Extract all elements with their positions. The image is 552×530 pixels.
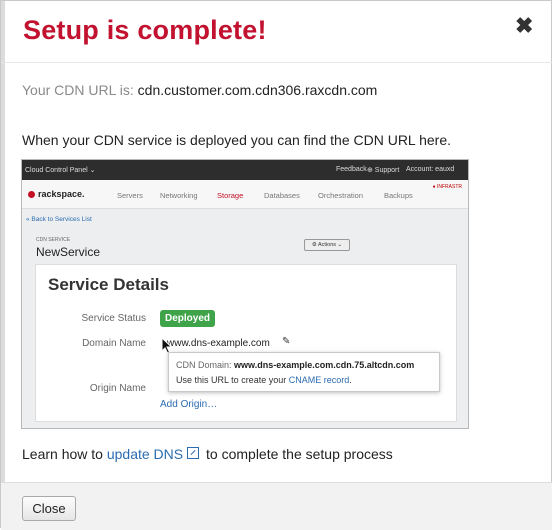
rackspace-logo: rackspace. [28, 189, 85, 199]
status-badge: Deployed [160, 310, 216, 327]
nav-networking: Networking [160, 191, 198, 200]
service-name: NewService [36, 245, 101, 259]
cname-record-link: CNAME record [288, 375, 350, 385]
nav-orchestration: Orchestration [318, 191, 364, 200]
service-status-label: Service Status [81, 313, 146, 324]
learn-suffix: to complete the setup process [206, 446, 393, 462]
domain-name-label: Domain Name [82, 338, 146, 349]
learn-prefix: Learn how to [22, 446, 103, 462]
nav-storage: Storage [217, 191, 244, 200]
actions-button: ⚙ Actions ⌄ [304, 239, 350, 251]
popover-help-text: Use this URL to create your [176, 375, 287, 385]
back-to-services-link: « Back to Services List [26, 216, 92, 223]
control-panel-nav: rackspace. Servers Networking Storage Da… [22, 180, 468, 209]
popover-domain-value: www.dns-example.com.cdn.75.altcdn.com [234, 360, 415, 370]
domain-name-value: www.dns-example.com [167, 338, 270, 349]
service-type-label: CDN SERVICE [36, 237, 71, 243]
popover-domain-label: CDN Domain: [176, 360, 232, 370]
cdn-url-value: cdn.customer.com.cdn306.raxcdn.com [137, 82, 378, 98]
rackspace-logo-text: rackspace. [38, 189, 85, 199]
account-label: Account: eauxd [406, 166, 455, 173]
dialog-title: Setup is complete! [23, 15, 267, 45]
popover-help-end: . [349, 375, 352, 385]
add-origin-link: Add Origin… [160, 399, 218, 410]
cdn-domain-popover: CDN Domain: www.dns-example.com.cdn.75.a… [168, 352, 440, 392]
cdn-url-line: Your CDN URL is: cdn.customer.com.cdn306… [22, 82, 377, 98]
pencil-icon: ✎ [282, 336, 291, 347]
nav-backups: Backups [384, 191, 413, 200]
deploy-instructions: When your CDN service is deployed you ca… [22, 132, 452, 148]
setup-complete-dialog: Setup is complete! ✖ Your CDN URL is: cd… [0, 0, 552, 530]
origin-name-label: Origin Name [89, 383, 146, 394]
control-panel-menu: Cloud Control Panel ⌄ [25, 167, 96, 174]
title-divider [1, 62, 552, 63]
control-panel-topbar: Cloud Control Panel ⌄ Feedback ⊕ Support… [22, 160, 468, 180]
service-details-title: Service Details [48, 275, 169, 294]
cdn-url-label: Your CDN URL is: [22, 82, 134, 98]
infrastructure-tag: ● INFRASTR [432, 184, 462, 190]
external-link-icon[interactable] [187, 447, 200, 459]
update-dns-link[interactable]: update DNS [107, 446, 183, 462]
rackspace-logo-mark [28, 191, 35, 198]
nav-servers: Servers [117, 191, 143, 200]
nav-databases: Databases [264, 191, 300, 200]
service-details-panel: Service Details Service Status Deployed … [35, 264, 457, 422]
dialog-footer: Close [1, 482, 552, 530]
backdrop-edge [1, 1, 5, 529]
learn-update-dns: Learn how to update DNS to complete the … [22, 446, 393, 462]
feedback-link: Feedback [336, 166, 367, 173]
close-button[interactable]: Close [22, 496, 76, 521]
close-icon[interactable]: ✖ [515, 15, 533, 37]
support-link: ⊕ Support [367, 167, 400, 174]
popover-help-line: Use this URL to create your CNAME record… [176, 375, 352, 385]
popover-domain-line: CDN Domain: www.dns-example.com.cdn.75.a… [176, 360, 414, 370]
example-screenshot: Cloud Control Panel ⌄ Feedback ⊕ Support… [21, 159, 469, 429]
